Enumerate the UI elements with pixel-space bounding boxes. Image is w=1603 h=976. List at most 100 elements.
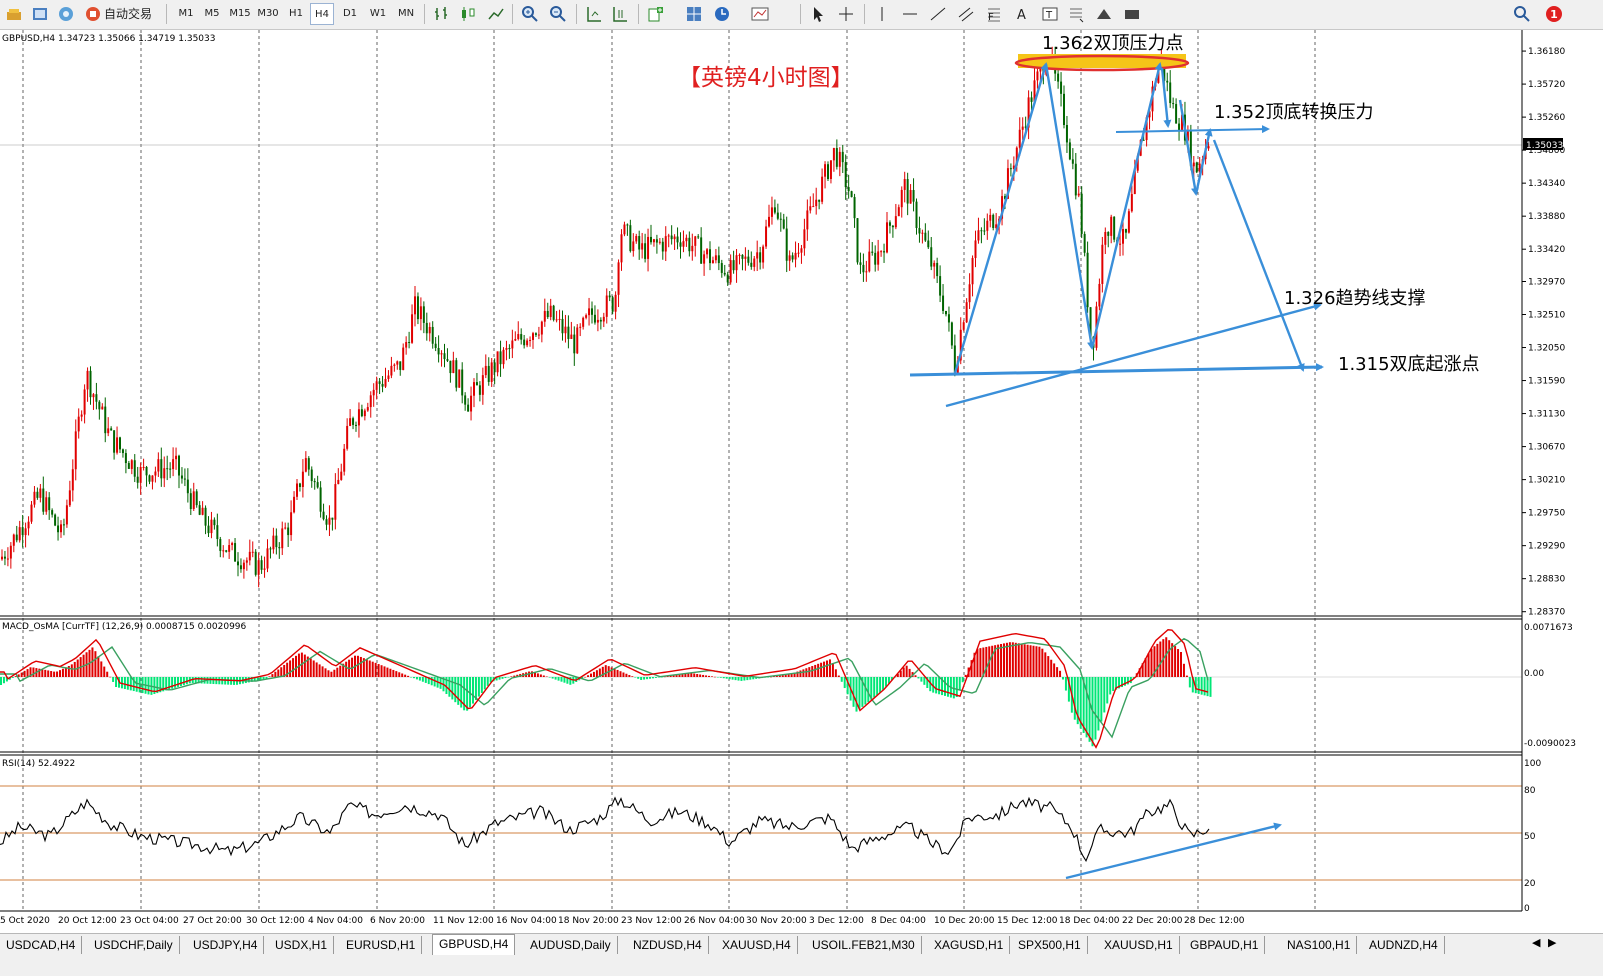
indicators-icon[interactable] <box>646 4 666 24</box>
symbol-tab[interactable]: NAS100,H1 <box>1281 936 1358 954</box>
candle-body <box>750 262 753 267</box>
symbol-tab[interactable]: NZDUSD,H4 <box>627 936 709 954</box>
candle-body <box>396 361 399 365</box>
timeframe-m5-button[interactable]: M5 <box>200 3 224 25</box>
candle-body <box>534 333 537 335</box>
candle-body <box>835 148 838 167</box>
symbol-tab[interactable]: GBPAUD,H1 <box>1184 936 1266 954</box>
horizontal-line-icon[interactable] <box>900 4 920 24</box>
timeframe-h1-button[interactable]: H1 <box>284 3 308 25</box>
chart-shift-icon[interactable] <box>584 4 604 24</box>
symbol-tab[interactable]: XAUUSD,H4 <box>716 936 798 954</box>
cursor-icon[interactable] <box>808 4 828 24</box>
symbol-tab[interactable]: EURUSD,H1 <box>340 936 423 954</box>
timeframe-w1-button[interactable]: W1 <box>366 3 390 25</box>
zoom-out-icon[interactable] <box>548 4 568 24</box>
templates-icon[interactable] <box>684 4 704 24</box>
candle-body <box>422 306 425 323</box>
macd-histogram-bar <box>1038 646 1041 677</box>
macd-histogram-bar <box>1005 642 1008 677</box>
symbol-tab[interactable]: AUDUSD,Daily <box>524 936 618 954</box>
macd-histogram-bar <box>318 664 321 677</box>
text-icon[interactable]: A <box>1012 4 1032 24</box>
candle-body <box>1192 162 1195 167</box>
symbol-tab[interactable]: USDX,H1 <box>269 936 335 954</box>
search-icon[interactable] <box>1512 4 1532 24</box>
time-tick-label: 8 Dec 04:00 <box>871 916 926 926</box>
price-tick-label: 1.31130 <box>1528 410 1565 420</box>
macd-histogram-bar <box>628 675 631 677</box>
candle-body <box>269 548 272 550</box>
candle-body <box>372 389 375 396</box>
crosshair-icon[interactable] <box>836 4 856 24</box>
bar-chart-icon[interactable] <box>432 4 452 24</box>
arrows-icon[interactable] <box>1066 4 1086 24</box>
candle-body <box>408 342 411 344</box>
macd-label: MACD_OsMA [CurrTF] (12,26,9) 0.0008715 0… <box>2 622 247 632</box>
candle-body <box>219 539 222 551</box>
auto-scroll-icon[interactable] <box>610 4 630 24</box>
toolbar-separator <box>638 4 639 24</box>
auto-trade-icon <box>86 7 100 21</box>
symbol-tab[interactable]: XAGUSD,H1 <box>928 936 1011 954</box>
candle-body <box>942 295 945 311</box>
timeframe-m30-button[interactable]: M30 <box>256 3 280 25</box>
candle-body <box>461 369 464 396</box>
current-price-label: 1.35033 <box>1526 141 1563 151</box>
profiles-icon[interactable] <box>750 4 770 24</box>
timeframe-m15-button[interactable]: M15 <box>228 3 252 25</box>
timeframe-d1-button[interactable]: D1 <box>338 3 362 25</box>
candle-body <box>475 382 478 386</box>
market-watch-icon[interactable] <box>30 4 50 24</box>
macd-histogram-bar <box>2 677 5 684</box>
candlestick-chart-icon[interactable] <box>458 4 478 24</box>
trendline-icon[interactable] <box>928 4 948 24</box>
terminal-icon[interactable] <box>4 4 24 24</box>
vertical-line-icon[interactable] <box>872 4 892 24</box>
chart-area[interactable]: 1.361801.357201.352601.348001.343401.338… <box>0 30 1603 933</box>
fibonacci-icon[interactable]: F <box>984 4 1004 24</box>
symbol-tab[interactable]: XAUUSD,H1 <box>1098 936 1180 954</box>
candle-body <box>773 207 776 213</box>
main-toolbar: 自动交易 M1 M5 M15 M30 H1 H4 D1 W1 MN F A T 1 <box>0 0 1603 30</box>
symbol-tab[interactable]: GBPUSD,H4 <box>432 934 516 955</box>
periods-clock-icon[interactable] <box>712 4 732 24</box>
price-tick-label: 1.28370 <box>1528 608 1565 618</box>
candle-body <box>756 252 759 259</box>
triangle-icon[interactable] <box>1094 4 1114 24</box>
candle-body <box>1119 243 1122 245</box>
candle-body <box>33 491 36 505</box>
zoom-in-icon[interactable] <box>520 4 540 24</box>
candle-body <box>983 230 986 232</box>
candle-body <box>349 418 352 426</box>
tab-scroll-left-icon[interactable]: ◀ <box>1532 936 1540 949</box>
macd-histogram-bar <box>1103 677 1106 713</box>
candle-body <box>175 455 178 460</box>
line-chart-icon[interactable] <box>486 4 506 24</box>
macd-histogram-bar <box>604 665 607 677</box>
symbol-tab[interactable]: USOIL.FEB21,M30 <box>806 936 922 954</box>
navigator-icon[interactable] <box>56 4 76 24</box>
macd-histogram-bar <box>1097 677 1100 731</box>
symbol-tab[interactable]: SPX500,H1 <box>1012 936 1088 954</box>
macd-histogram-bar <box>1064 677 1067 691</box>
candle-body <box>92 394 95 398</box>
notification-icon[interactable]: 1 <box>1544 4 1564 24</box>
rectangle-icon[interactable] <box>1122 4 1142 24</box>
timeframe-h4-button[interactable]: H4 <box>310 3 334 25</box>
auto-trade-button[interactable]: 自动交易 <box>82 3 158 25</box>
timeframe-m1-button[interactable]: M1 <box>174 3 198 25</box>
macd-histogram-bar <box>817 663 820 677</box>
tab-scroll-right-icon[interactable]: ▶ <box>1548 936 1556 949</box>
text-label-icon[interactable]: T <box>1040 4 1060 24</box>
price-tick-label: 1.33880 <box>1528 212 1565 222</box>
macd-histogram-bar <box>1188 677 1191 688</box>
symbol-tab[interactable]: USDJPY,H4 <box>187 936 265 954</box>
symbol-tab[interactable]: USDCHF,Daily <box>88 936 180 954</box>
equidistant-channel-icon[interactable] <box>956 4 976 24</box>
candle-body <box>770 207 773 217</box>
candle-body <box>700 237 703 264</box>
symbol-tab[interactable]: USDCAD,H4 <box>0 936 83 954</box>
timeframe-mn-button[interactable]: MN <box>394 3 418 25</box>
symbol-tab[interactable]: AUDNZD,H4 <box>1363 936 1445 954</box>
